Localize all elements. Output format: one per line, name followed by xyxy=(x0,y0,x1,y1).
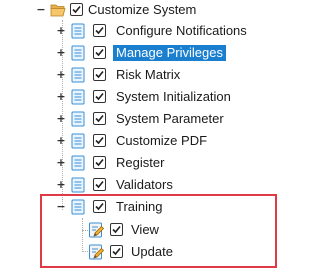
tree-item-label[interactable]: Customize PDF xyxy=(116,133,207,149)
tree-item-system-parameter[interactable]: + System Parameter xyxy=(0,109,286,129)
tree-item-register[interactable]: + Register xyxy=(0,153,286,173)
document-icon xyxy=(70,111,86,127)
checkbox[interactable] xyxy=(93,90,106,103)
tree-item-manage-privileges[interactable]: + Manage Privileges xyxy=(0,43,286,63)
checkbox[interactable] xyxy=(93,156,106,169)
checkbox[interactable] xyxy=(93,178,106,191)
tree-item-label[interactable]: Validators xyxy=(116,177,173,193)
checkbox[interactable] xyxy=(93,68,106,81)
tree-item-risk-matrix[interactable]: + Risk Matrix xyxy=(0,65,286,85)
tree-item-customize-pdf[interactable]: + Customize PDF xyxy=(0,131,286,151)
document-icon xyxy=(70,177,86,193)
expand-toggle[interactable]: + xyxy=(56,47,66,58)
tree-item-label[interactable]: Configure Notifications xyxy=(116,23,247,39)
expand-toggle[interactable]: + xyxy=(56,91,66,102)
document-icon xyxy=(70,89,86,105)
tree-item-label[interactable]: Risk Matrix xyxy=(116,67,180,83)
collapse-toggle[interactable]: − xyxy=(36,4,46,15)
tree-item-validators[interactable]: + Validators xyxy=(0,175,286,195)
expand-toggle[interactable]: + xyxy=(56,25,66,36)
tree-item-system-initialization[interactable]: + System Initialization xyxy=(0,87,286,107)
highlight-box xyxy=(40,194,277,268)
tree-root-label[interactable]: Customize System xyxy=(88,2,196,18)
expand-toggle[interactable]: + xyxy=(56,179,66,190)
checkbox[interactable] xyxy=(70,3,83,16)
document-icon xyxy=(70,155,86,171)
expand-toggle[interactable]: + xyxy=(56,113,66,124)
document-icon xyxy=(70,45,86,61)
checkbox[interactable] xyxy=(93,46,106,59)
checkbox[interactable] xyxy=(93,134,106,147)
expand-toggle[interactable]: + xyxy=(56,69,66,80)
expand-toggle[interactable]: + xyxy=(56,157,66,168)
tree-item-label[interactable]: Manage Privileges xyxy=(113,45,226,61)
document-icon xyxy=(70,133,86,149)
tree-item-configure-notifications[interactable]: + Configure Notifications xyxy=(0,21,286,41)
tree-item-label[interactable]: Register xyxy=(116,155,164,171)
checkbox[interactable] xyxy=(93,24,106,37)
document-icon xyxy=(70,23,86,39)
folder-open-icon xyxy=(50,2,66,18)
tree-root[interactable]: − Customize System xyxy=(0,0,286,20)
checkbox[interactable] xyxy=(93,112,106,125)
tree-item-label[interactable]: System Initialization xyxy=(116,89,231,105)
expand-toggle[interactable]: + xyxy=(56,135,66,146)
document-icon xyxy=(70,67,86,83)
tree-item-label[interactable]: System Parameter xyxy=(116,111,224,127)
